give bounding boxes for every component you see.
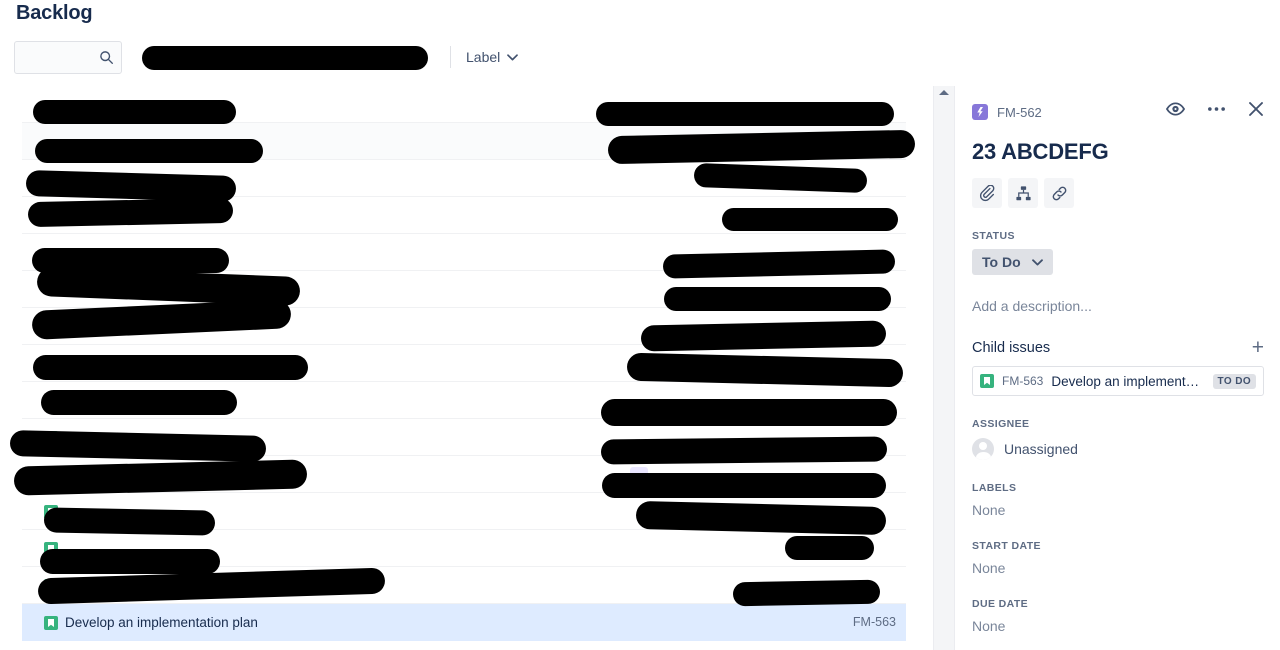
header-actions (1166, 101, 1264, 117)
close-icon[interactable] (1248, 101, 1264, 117)
search-box[interactable] (14, 40, 122, 74)
assignee-field[interactable]: Unassigned (972, 438, 1264, 460)
issue-key[interactable]: FM-562 (997, 105, 1042, 120)
epic-icon (972, 104, 988, 120)
watch-icon[interactable] (1166, 102, 1185, 116)
child-issue-key[interactable]: FM-563 (1002, 374, 1043, 388)
row-title: Develop an implementation plan (65, 614, 258, 630)
child-issue-icon[interactable] (1008, 178, 1038, 208)
table-row-selected[interactable]: Develop an implementation plan FM-563 (22, 604, 906, 641)
label-filter-dropdown[interactable]: Label (466, 49, 519, 65)
table-row[interactable] (22, 86, 906, 123)
vertical-scrollbar[interactable] (933, 86, 955, 650)
table-row[interactable] (22, 271, 906, 308)
page-title: Backlog (16, 2, 93, 24)
search-input[interactable] (21, 42, 101, 72)
link-icon[interactable] (1044, 178, 1074, 208)
start-date-value[interactable]: None (972, 560, 1264, 576)
story-icon (44, 616, 58, 630)
start-date-field-label: START DATE (972, 540, 1041, 552)
table-row[interactable] (22, 419, 906, 456)
story-icon (44, 431, 58, 445)
chevron-down-icon (1031, 258, 1043, 265)
table-row[interactable] (22, 234, 906, 271)
status-field-label: STATUS (972, 230, 1015, 242)
table-row[interactable] (22, 567, 906, 604)
row-issue-key: FM-563 (852, 615, 896, 629)
description-field[interactable]: Add a description... (972, 298, 1264, 314)
backlog-screen: Backlog Label Develop an implementation … (0, 0, 1280, 650)
status-dropdown[interactable]: To Do (972, 249, 1053, 275)
table-row[interactable] (22, 382, 906, 419)
status-badge: TO DO (1212, 373, 1256, 389)
detail-header: FM-562 (972, 92, 1264, 132)
table-row[interactable] (22, 530, 906, 567)
table-row[interactable] (22, 160, 906, 197)
story-icon (44, 542, 58, 556)
table-row[interactable] (22, 308, 906, 345)
issue-title[interactable]: 23 ABCDEFG (972, 138, 1264, 166)
child-issue-title: Develop an implementation pl... (1051, 373, 1204, 389)
avatar (972, 438, 994, 460)
backlog-issue-list[interactable]: Develop an implementation plan FM-563 (22, 86, 906, 650)
table-row[interactable] (22, 345, 906, 382)
redaction-mark (142, 46, 428, 70)
due-date-value[interactable]: None (972, 618, 1264, 634)
label-filter-text: Label (466, 49, 501, 65)
story-icon (44, 579, 58, 593)
backlog-toolbar: Label (14, 40, 519, 74)
toolbar-divider (450, 46, 451, 68)
status-value: To Do (982, 254, 1021, 270)
more-actions-icon[interactable] (1207, 106, 1226, 112)
search-icon (100, 50, 114, 64)
child-issue-item[interactable]: FM-563 Develop an implementation pl... T… (972, 366, 1264, 396)
story-icon (44, 468, 58, 482)
due-date-field-label: DUE DATE (972, 598, 1029, 610)
table-row[interactable] (22, 123, 906, 160)
quick-actions (972, 178, 1264, 208)
table-row[interactable] (22, 456, 906, 493)
avatar-group[interactable] (142, 40, 428, 74)
chevron-down-icon (507, 53, 519, 60)
table-row[interactable] (22, 493, 906, 530)
child-issues-heading: Child issues (972, 340, 1051, 356)
child-issues-header: Child issues + (972, 337, 1264, 358)
labels-field-label: LABELS (972, 482, 1017, 494)
add-child-issue-button[interactable]: + (1252, 337, 1264, 358)
story-icon (44, 505, 58, 519)
scroll-up-arrow-icon[interactable] (939, 90, 949, 95)
table-row[interactable] (22, 197, 906, 234)
epic-label-chip[interactable] (630, 467, 649, 483)
assignee-value: Unassigned (1004, 441, 1078, 457)
labels-value[interactable]: None (972, 502, 1264, 518)
assignee-field-label: ASSIGNEE (972, 418, 1030, 430)
attach-icon[interactable] (972, 178, 1002, 208)
story-icon (44, 172, 58, 186)
issue-detail-panel: FM-562 23 ABCDEFG STATUS To Do Add a des… (956, 0, 1280, 650)
backlog-pane: Backlog Label Develop an implementation … (0, 0, 933, 650)
story-icon (980, 374, 994, 388)
